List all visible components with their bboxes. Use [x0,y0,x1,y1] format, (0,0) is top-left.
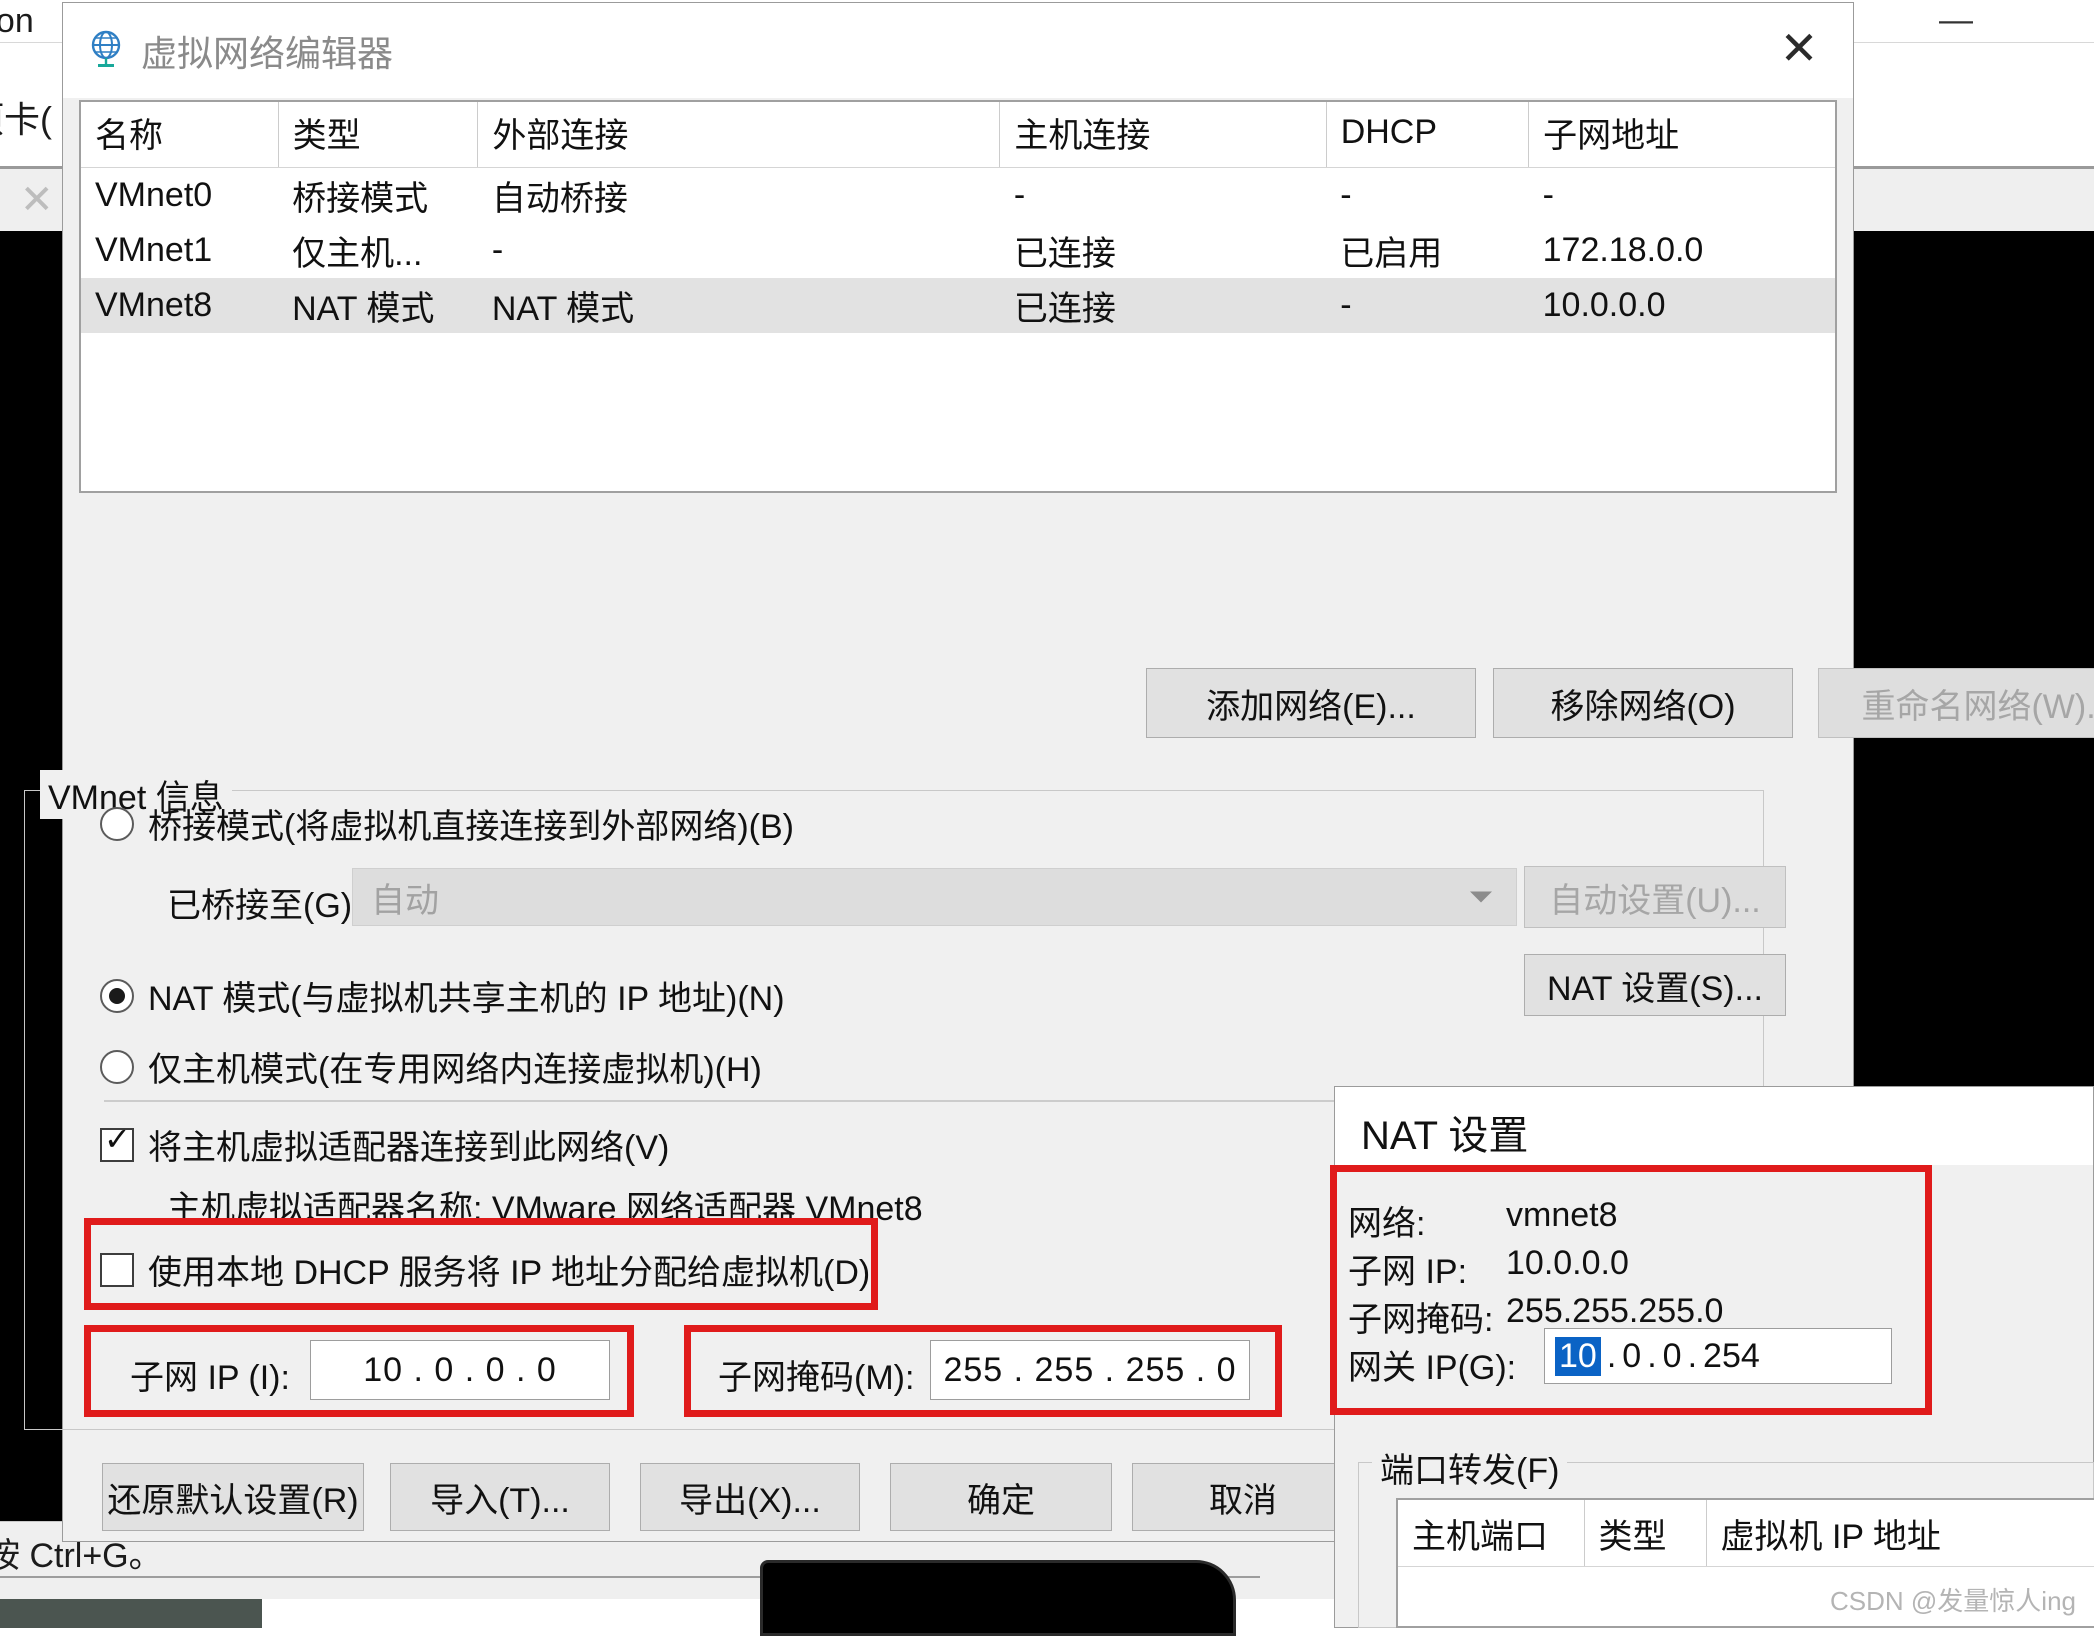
annotation-box-nat-settings [1330,1165,1932,1415]
annotation-box-subnet-mask [684,1325,1282,1417]
close-icon[interactable]: ✕ [1771,21,1827,77]
cell-type: 仅主机... [278,223,478,278]
port-forwarding-legend: 端口转发(F) [1372,1443,1567,1492]
table-header-row: 名称 类型 外部连接 主机连接 DHCP 子网地址 [81,102,1835,168]
cell-subnet: 10.0.0.0 [1529,278,1835,333]
column-header-subnet[interactable]: 子网地址 [1529,102,1835,168]
cell-subnet: - [1529,168,1835,224]
auto-settings-button: 自动设置(U)... [1524,866,1786,928]
radio-label-nat: NAT 模式(与虚拟机共享主机的 IP 地址)(N) [148,971,785,1020]
cell-type: 桥接模式 [278,168,478,224]
annotation-box-dhcp [84,1218,878,1310]
radio-nat-mode[interactable]: NAT 模式(与虚拟机共享主机的 IP 地址)(N) [100,971,785,1020]
tab-close-icon[interactable]: ✕ [20,180,54,220]
network-table: 名称 类型 外部连接 主机连接 DHCP 子网地址 VMnet0 桥接模式 自动… [81,102,1835,333]
table-row[interactable]: VMnet1 仅主机... - 已连接 已启用 172.18.0.0 [81,223,1835,278]
cell-dhcp: - [1326,278,1528,333]
cell-host: - [1000,168,1326,224]
checkbox-label-host-adapter: 将主机虚拟适配器连接到此网络(V) [148,1120,669,1169]
restore-defaults-button[interactable]: 还原默认设置(R) [102,1463,364,1531]
port-forwarding-table: 主机端口 类型 虚拟机 IP 地址 [1398,1500,2094,1567]
rename-network-button: 重命名网络(W)... [1818,668,2094,738]
chevron-down-icon[interactable] [1470,892,1492,903]
import-button[interactable]: 导入(T)... [390,1463,610,1531]
cell-external: NAT 模式 [478,278,1000,333]
add-network-button[interactable]: 添加网络(E)... [1146,668,1476,738]
column-header-type[interactable]: 类型 [278,102,478,168]
radio-host-only-mode[interactable]: 仅主机模式(在专用网络内连接虚拟机)(H) [100,1042,762,1091]
watermark-text: CSDN @发量惊人ing [1830,1581,2076,1618]
minimize-icon[interactable]: — [1926,0,1986,40]
globe-network-icon [85,29,127,71]
nat-dialog-title: NAT 设置 [1361,1103,1528,1161]
column-header-name[interactable]: 名称 [81,102,278,168]
checkbox-indicator-host-adapter[interactable] [100,1128,134,1162]
cell-host: 已连接 [1000,223,1326,278]
nat-dialog-title-bar: NAT 设置 [1335,1087,2093,1165]
column-header-host[interactable]: 主机连接 [1000,102,1326,168]
radio-indicator-nat[interactable] [100,979,134,1013]
cell-external: 自动桥接 [478,168,1000,224]
table-row-selected[interactable]: VMnet8 NAT 模式 NAT 模式 已连接 - 10.0.0.0 [81,278,1835,333]
network-list[interactable]: 名称 类型 外部连接 主机连接 DHCP 子网地址 VMnet0 桥接模式 自动… [79,100,1837,493]
dialog-title-bar: 虚拟网络编辑器 ✕ [63,3,1853,98]
bridged-to-select[interactable]: 自动 [352,868,1517,926]
remove-network-button[interactable]: 移除网络(O) [1493,668,1793,738]
export-button[interactable]: 导出(X)... [640,1463,860,1531]
cell-name: VMnet1 [81,223,278,278]
cell-dhcp: - [1326,168,1528,224]
cancel-button[interactable]: 取消 [1132,1463,1354,1531]
nat-settings-button[interactable]: NAT 设置(S)... [1524,954,1786,1016]
pf-column-header-vm-ip[interactable]: 虚拟机 IP 地址 [1706,1500,2094,1567]
cell-host: 已连接 [1000,278,1326,333]
cell-subnet: 172.18.0.0 [1529,223,1835,278]
cell-external: - [478,223,1000,278]
cell-name: VMnet0 [81,168,278,224]
bridged-to-label: 已桥接至(G): [167,878,362,927]
radio-indicator-host-only[interactable] [100,1050,134,1084]
pf-column-header-host-port[interactable]: 主机端口 [1398,1500,1584,1567]
column-header-dhcp[interactable]: DHCP [1326,102,1528,168]
cell-dhcp: 已启用 [1326,223,1528,278]
radio-label-bridged: 桥接模式(将虚拟机直接连接到外部网络)(B) [148,799,794,848]
pf-column-header-type[interactable]: 类型 [1584,1500,1706,1567]
ok-button[interactable]: 确定 [890,1463,1112,1531]
dialog-title: 虚拟网络编辑器 [141,25,393,77]
radio-indicator-bridged[interactable] [100,807,134,841]
bridged-to-value: 自动 [371,873,439,922]
radio-bridged-mode[interactable]: 桥接模式(将虚拟机直接连接到外部网络)(B) [100,799,794,848]
background-tab-label[interactable]: 项卡( [0,91,52,143]
cell-name: VMnet8 [81,278,278,333]
pf-header-row: 主机端口 类型 虚拟机 IP 地址 [1398,1500,2094,1567]
background-window-title: ation [0,2,34,41]
bottom-dark-strip [0,1599,262,1628]
annotation-box-subnet-ip [84,1325,634,1417]
checkbox-host-adapter[interactable]: 将主机虚拟适配器连接到此网络(V) [100,1120,669,1169]
column-header-external[interactable]: 外部连接 [478,102,1000,168]
cell-type: NAT 模式 [278,278,478,333]
vm-graphic-shape [760,1560,1236,1636]
table-row[interactable]: VMnet0 桥接模式 自动桥接 - - - [81,168,1835,224]
radio-label-host-only: 仅主机模式(在专用网络内连接虚拟机)(H) [148,1042,762,1091]
